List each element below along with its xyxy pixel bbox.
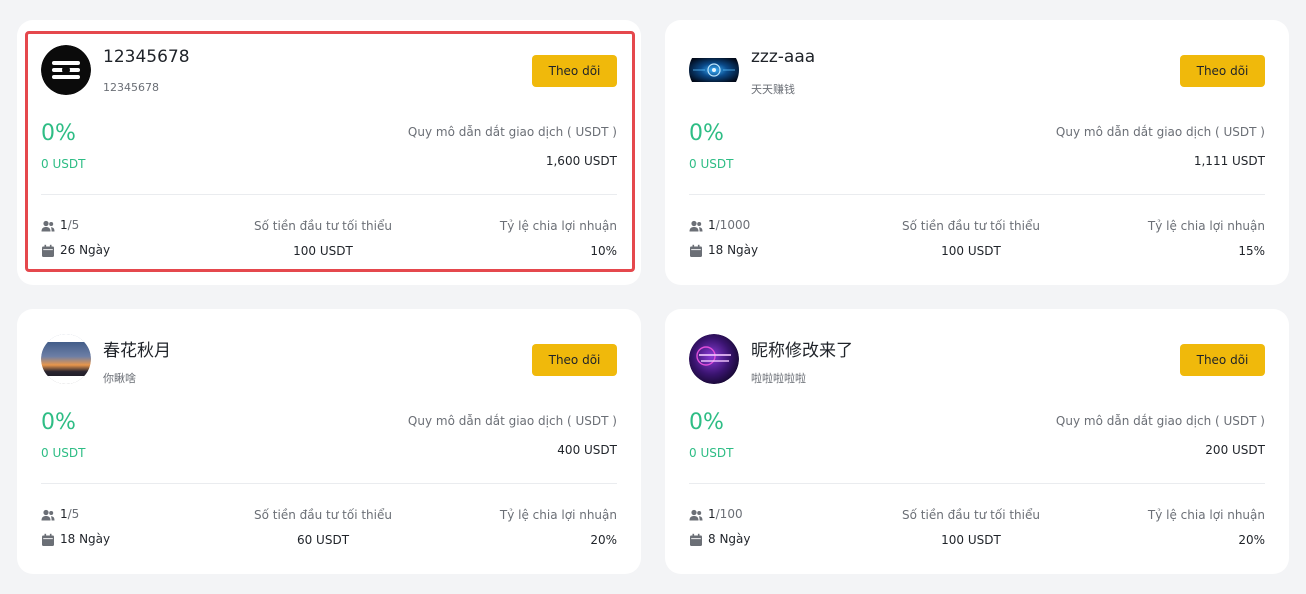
min-invest-label: Số tiền đầu tư tối thiểu: [254, 219, 392, 233]
users-icon: [41, 509, 55, 521]
avatar[interactable]: [689, 334, 739, 384]
divider: [689, 483, 1265, 484]
followers-max: /1000: [715, 218, 751, 232]
profit-share-label: Tỷ lệ chia lợi nhuận: [1147, 508, 1265, 522]
follow-button[interactable]: Theo dõi: [532, 344, 617, 376]
trader-name[interactable]: 昵称修改来了: [751, 336, 853, 361]
min-invest-label: Số tiền đầu tư tối thiểu: [254, 508, 392, 522]
scale-value: 400 USDT: [557, 443, 617, 457]
days-active: 8 Ngày: [708, 532, 751, 546]
min-invest-label: Số tiền đầu tư tối thiểu: [902, 508, 1040, 522]
roi-usdt: 0 USDT: [41, 157, 86, 171]
trader-subtitle: 啦啦啦啦啦: [751, 372, 806, 385]
min-invest-value: 100 USDT: [941, 533, 1001, 547]
followers-current: 1: [708, 507, 716, 521]
trader-card[interactable]: zzz-aaa 天天赚钱 Theo dõi 0% 0 USDT Quy mô d…: [665, 20, 1289, 285]
profit-share-label: Tỷ lệ chia lợi nhuận: [499, 508, 617, 522]
followers-max: /100: [715, 507, 743, 521]
days-active: 18 Ngày: [708, 243, 759, 257]
followers-current: 1: [60, 507, 68, 521]
divider: [41, 194, 617, 195]
followers-max: /5: [67, 507, 80, 521]
scale-label: Quy mô dẫn dắt giao dịch ( USDT ): [1055, 125, 1265, 139]
profit-share-value: 15%: [1238, 244, 1265, 258]
roi-percent: 0%: [689, 410, 724, 435]
roi-percent: 0%: [41, 121, 76, 146]
scale-label: Quy mô dẫn dắt giao dịch ( USDT ): [407, 414, 617, 428]
trader-subtitle: 你瞅啥: [103, 372, 136, 385]
trader-name[interactable]: 12345678: [103, 47, 190, 67]
min-invest-label: Số tiền đầu tư tối thiểu: [902, 219, 1040, 233]
profit-share-value: 20%: [1238, 533, 1265, 547]
scale-value: 200 USDT: [1205, 443, 1265, 457]
follow-button[interactable]: Theo dõi: [1180, 55, 1265, 87]
users-icon: [41, 220, 55, 232]
followers-count: 1/5: [60, 507, 79, 521]
followers-current: 1: [708, 218, 716, 232]
trader-name[interactable]: zzz-aaa: [751, 47, 815, 67]
users-icon: [689, 220, 703, 232]
followers-current: 1: [60, 218, 68, 232]
trader-subtitle: 天天赚钱: [751, 83, 795, 96]
roi-percent: 0%: [689, 121, 724, 146]
follow-button[interactable]: Theo dõi: [1180, 344, 1265, 376]
min-invest-value: 100 USDT: [293, 244, 353, 258]
trader-subtitle: 12345678: [103, 81, 159, 94]
profit-share-label: Tỷ lệ chia lợi nhuận: [499, 219, 617, 233]
calendar-icon: [690, 533, 702, 546]
calendar-icon: [690, 244, 702, 257]
profit-share-value: 10%: [590, 244, 617, 258]
profit-share-label: Tỷ lệ chia lợi nhuận: [1147, 219, 1265, 233]
trader-card[interactable]: 12345678 12345678 Theo dõi 0% 0 USDT Quy…: [17, 20, 641, 285]
days-active: 26 Ngày: [60, 243, 111, 257]
trader-card[interactable]: 昵称修改来了 啦啦啦啦啦 Theo dõi 0% 0 USDT Quy mô d…: [665, 309, 1289, 574]
avatar[interactable]: [689, 45, 739, 95]
trader-card-grid: 12345678 12345678 Theo dõi 0% 0 USDT Quy…: [0, 0, 1306, 594]
trader-name[interactable]: 春花秋月: [103, 336, 171, 361]
users-icon: [689, 509, 703, 521]
followers-count: 1/5: [60, 218, 79, 232]
roi-percent: 0%: [41, 410, 76, 435]
roi-usdt: 0 USDT: [689, 446, 734, 460]
min-invest-value: 60 USDT: [296, 533, 350, 547]
followers-max: /5: [67, 218, 80, 232]
roi-usdt: 0 USDT: [41, 446, 86, 460]
days-active: 18 Ngày: [60, 532, 111, 546]
followers-count: 1/1000: [708, 218, 750, 232]
scale-value: 1,111 USDT: [1193, 154, 1265, 168]
profit-share-value: 20%: [590, 533, 617, 547]
divider: [689, 194, 1265, 195]
min-invest-value: 100 USDT: [941, 244, 1001, 258]
scale-label: Quy mô dẫn dắt giao dịch ( USDT ): [1055, 414, 1265, 428]
roi-usdt: 0 USDT: [689, 157, 734, 171]
trader-card[interactable]: 春花秋月 你瞅啥 Theo dõi 0% 0 USDT Quy mô dẫn d…: [17, 309, 641, 574]
divider: [41, 483, 617, 484]
follow-button[interactable]: Theo dõi: [532, 55, 617, 87]
followers-count: 1/100: [708, 507, 743, 521]
avatar[interactable]: [41, 334, 91, 384]
scale-label: Quy mô dẫn dắt giao dịch ( USDT ): [407, 125, 617, 139]
scale-value: 1,600 USDT: [545, 154, 617, 168]
calendar-icon: [42, 244, 54, 257]
avatar[interactable]: [41, 45, 91, 95]
calendar-icon: [42, 533, 54, 546]
